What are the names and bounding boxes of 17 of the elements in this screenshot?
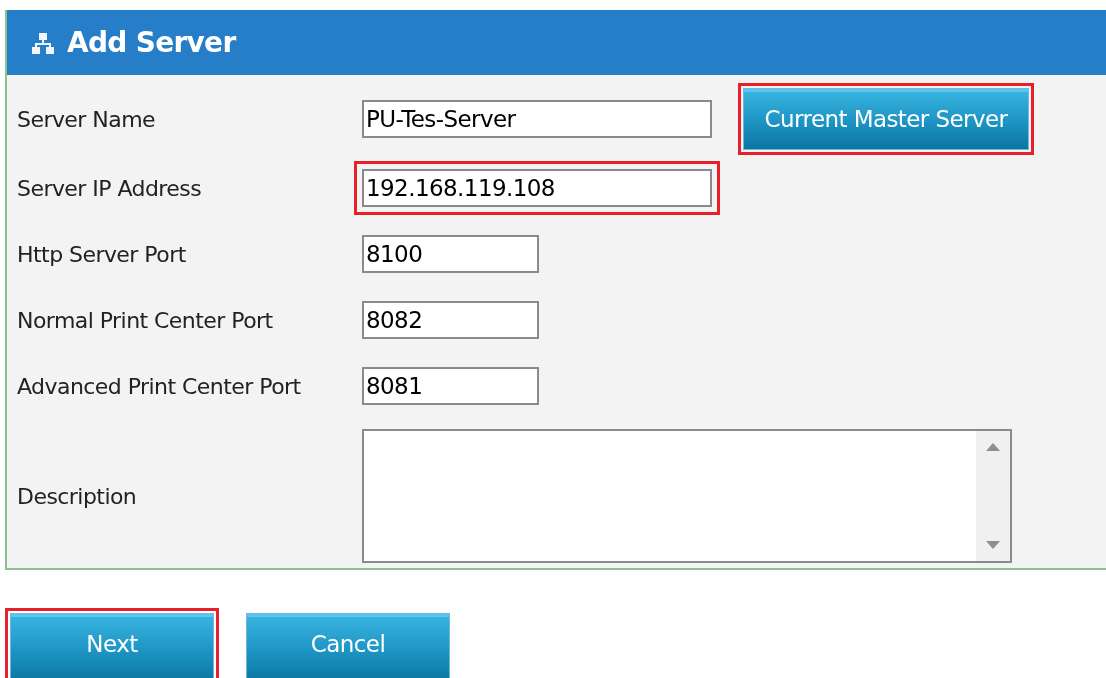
scroll-down-icon[interactable] [986,541,1000,549]
panel-title: Add Server [67,24,236,61]
field-label: Server Name [16,105,156,134]
field-label: Description [16,482,138,511]
field-label: Normal Print Center Port [16,306,274,335]
text-field[interactable]: 8100 [362,235,539,273]
sitemap-icon [31,30,55,55]
field-label: Http Server Port [16,240,187,269]
text-field[interactable]: 8081 [362,367,539,405]
scroll-up-icon[interactable] [986,443,1000,451]
text-field[interactable]: PU-Tes-Server [362,100,712,138]
text-field[interactable]: 192.168.119.108 [362,169,712,207]
description-field[interactable] [362,429,1012,563]
field-label: Advanced Print Center Port [16,372,302,401]
text-field[interactable]: 8082 [362,301,539,339]
field-label: Server IP Address [16,174,203,203]
scrollbar[interactable] [976,431,1010,561]
